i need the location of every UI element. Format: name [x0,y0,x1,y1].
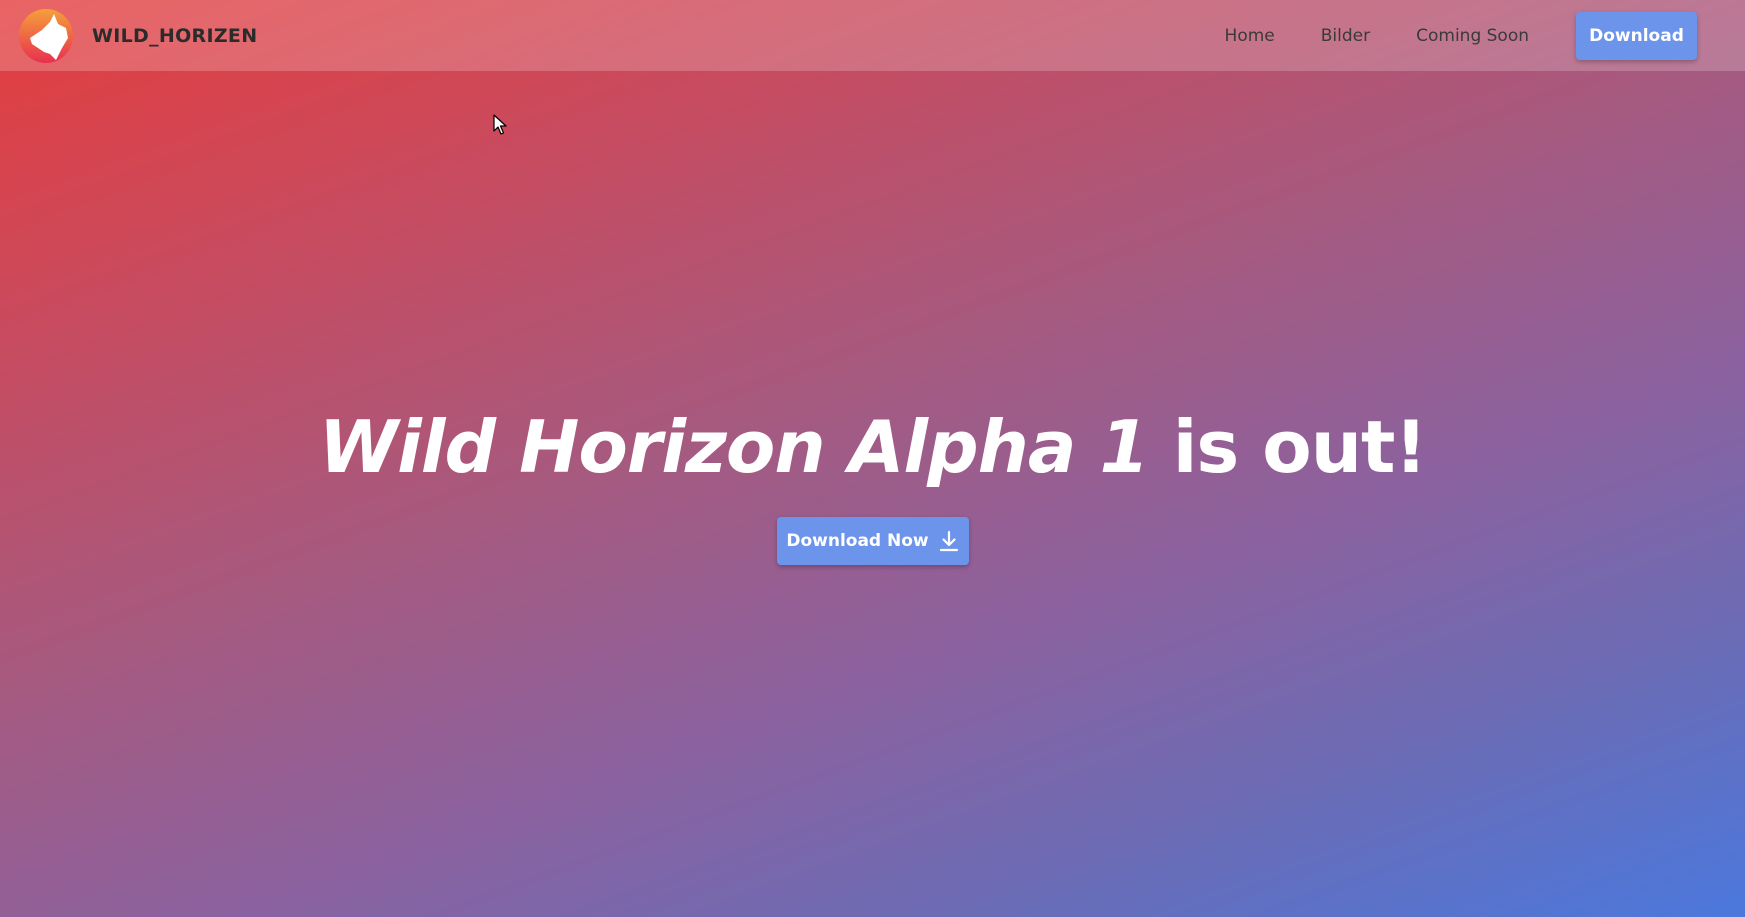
nav-links: Home Bilder Coming Soon Download [1225,11,1727,60]
brand-name: WILD_HORIZEN [92,24,258,47]
nav-link-coming-soon[interactable]: Coming Soon [1416,26,1529,46]
download-icon [939,530,958,552]
download-now-label: Download Now [786,531,929,551]
hero-title: Wild Horizon Alpha 1 is out! [0,405,1745,489]
nav-link-home[interactable]: Home [1225,26,1275,46]
nav-download-button[interactable]: Download [1576,11,1697,60]
download-now-button[interactable]: Download Now [776,517,969,565]
hero-title-highlight: Wild Horizon Alpha 1 [318,405,1150,489]
brand-link[interactable]: WILD_HORIZEN [18,8,257,64]
mouse-pointer-icon [493,114,507,135]
nav-link-bilder[interactable]: Bilder [1321,26,1370,46]
wolf-logo-icon [19,8,73,63]
top-navbar: WILD_HORIZEN Home Bilder Coming Soon Dow… [0,0,1745,71]
hero-title-rest: is out! [1148,405,1428,489]
hero-section: Wild Horizon Alpha 1 is out! Download No… [0,405,1745,565]
